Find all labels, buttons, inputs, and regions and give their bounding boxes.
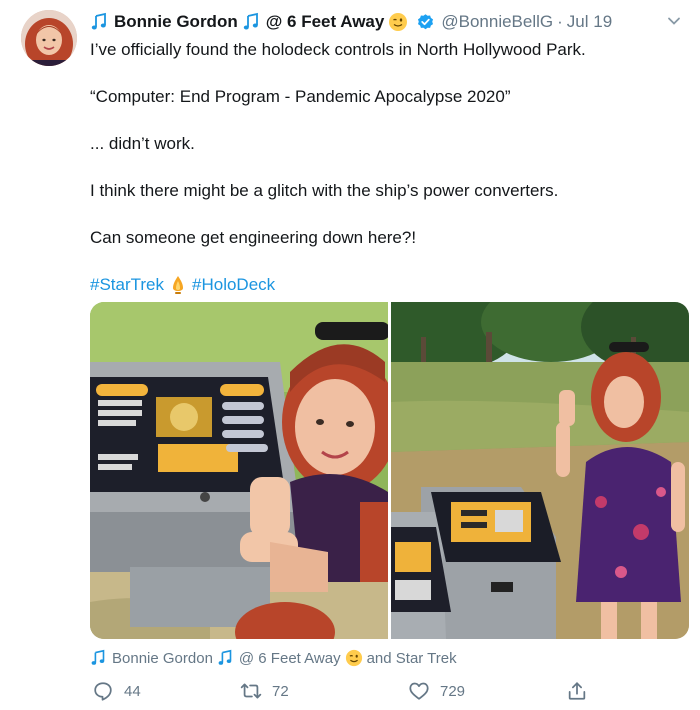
tweet-line: Can someone get engineering down here?! <box>90 228 417 247</box>
chevron-down-icon[interactable] <box>667 14 681 28</box>
music-notes-icon <box>243 12 258 30</box>
reply-count: 44 <box>124 682 141 700</box>
tweet-date[interactable]: Jul 19 <box>567 12 612 32</box>
author-name[interactable]: Bonnie Gordon <box>114 12 238 32</box>
separator-dot: · <box>557 12 563 31</box>
winking-face-icon <box>389 13 408 31</box>
tweet-line: “Computer: End Program - Pandemic Apocal… <box>90 87 511 106</box>
tweet-photo-selfie[interactable] <box>90 302 388 639</box>
tweet-text: I’ve officially found the holodeck contr… <box>90 38 690 296</box>
verified-badge-icon <box>418 13 434 29</box>
music-notes-icon <box>91 649 105 665</box>
tweet-actions: 44 72 729 <box>90 680 690 704</box>
hashtag-line: #StarTrek #HoloDeck <box>90 273 690 296</box>
like-button[interactable]: 729 <box>408 680 465 702</box>
like-count: 729 <box>440 682 466 700</box>
tagged-users-line[interactable]: Bonnie Gordon @ 6 Feet Away and Star Tre… <box>90 647 457 669</box>
author-name-suffix[interactable]: @ 6 Feet Away <box>266 12 385 32</box>
tweet-photo-park[interactable] <box>391 302 689 639</box>
tweet-header: Bonnie Gordon @ 6 Feet Away @BonnieBellG… <box>90 10 612 34</box>
tagged-and-text: and Star Trek <box>366 649 457 667</box>
avatar[interactable] <box>21 10 77 66</box>
tweet-line: I’ve officially found the holodeck contr… <box>90 40 586 59</box>
share-icon <box>568 682 586 700</box>
hashtag-holodeck-link[interactable]: #HoloDeck <box>192 273 275 296</box>
retweet-button[interactable]: 72 <box>240 680 289 702</box>
tagged-name: Bonnie Gordon <box>112 649 213 667</box>
share-button[interactable] <box>566 680 588 702</box>
heart-icon <box>409 682 429 700</box>
author-handle[interactable]: @BonnieBellG <box>441 12 553 32</box>
music-notes-icon <box>91 12 106 30</box>
music-notes-icon <box>218 649 232 665</box>
hashtag-startrek-link[interactable]: #StarTrek <box>90 273 164 296</box>
reply-icon <box>94 682 112 701</box>
tagged-name-suffix: @ 6 Feet Away <box>238 649 341 667</box>
lamp-icon <box>173 275 184 294</box>
reply-button[interactable]: 44 <box>92 680 141 702</box>
retweet-icon <box>240 683 262 699</box>
retweet-count: 72 <box>272 682 289 700</box>
winking-face-icon <box>345 649 362 667</box>
tweet-line: ... didn’t work. <box>90 134 195 153</box>
tweet-line: I think there might be a glitch with the… <box>90 181 559 200</box>
media-grid <box>90 302 689 639</box>
author-name-link[interactable]: Bonnie Gordon @ 6 Feet Away <box>90 12 435 32</box>
